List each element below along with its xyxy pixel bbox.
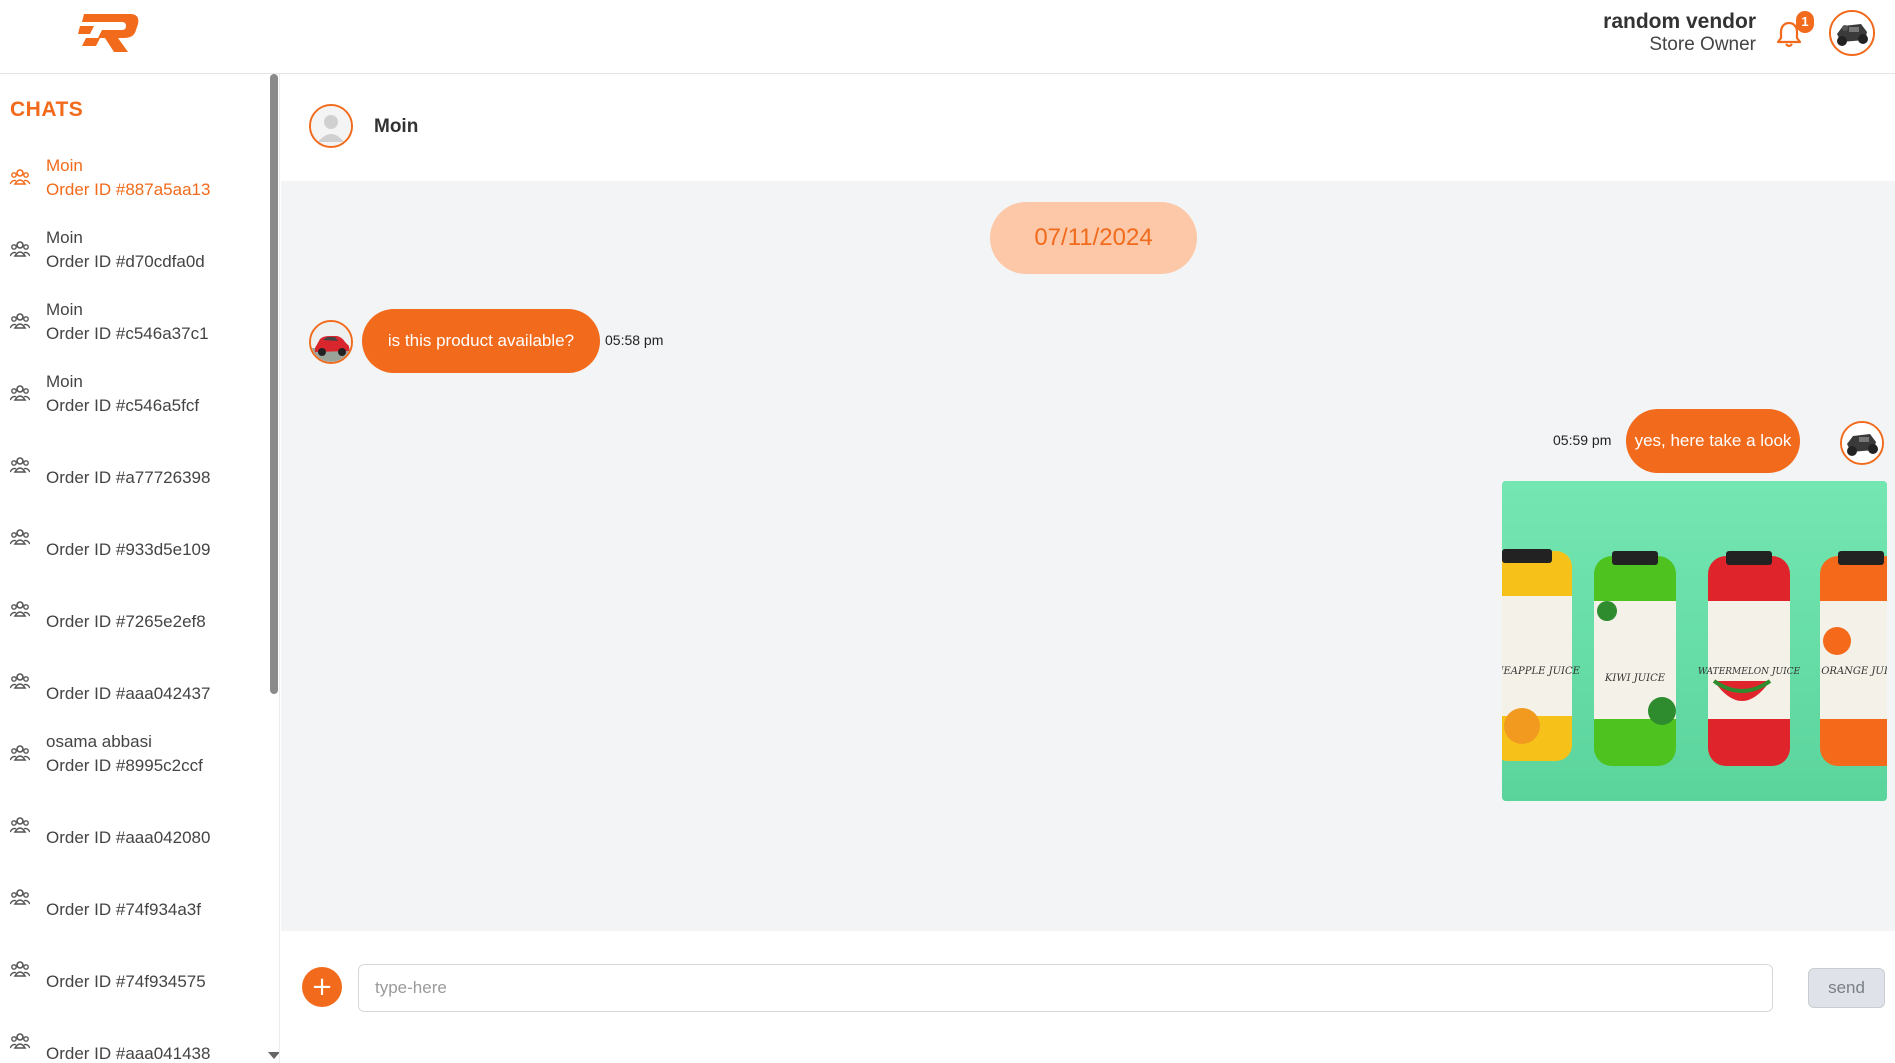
user-avatar[interactable]: [1829, 10, 1875, 56]
chat-order-id: Order ID #aaa042080: [46, 828, 211, 847]
group-icon: [10, 961, 30, 977]
message-input[interactable]: [358, 964, 1773, 1012]
contact-name: Moin: [374, 116, 419, 137]
notification-badge: 1: [1796, 11, 1814, 33]
group-icon: [10, 745, 30, 761]
sidebar-scrollbar[interactable]: [270, 74, 278, 694]
sender-avatar: [309, 320, 353, 364]
chat-order-id: Order ID #74f934575: [46, 972, 206, 991]
kiwi-label: KIWI JUICE: [1604, 673, 1666, 684]
red-car-avatar-icon: [311, 322, 351, 362]
add-attachment-button[interactable]: +: [302, 967, 342, 1007]
chat-order-id: Order ID #a77726398: [46, 468, 211, 487]
date-divider: 07/11/2024: [990, 202, 1197, 274]
group-icon: [10, 385, 30, 401]
chat-list-item[interactable]: Order ID #aaa041438: [0, 1008, 268, 1063]
group-icon: [10, 889, 30, 905]
chat-order-id: Order ID #d70cdfa0d: [46, 252, 205, 271]
chat-list-item[interactable]: Order ID #a77726398: [0, 432, 268, 504]
chat-order-id: Order ID #c546a37c1: [46, 324, 209, 343]
chat-order-id: Order ID #aaa041438: [46, 1044, 211, 1063]
user-name: random vendor: [1603, 10, 1756, 33]
messages-area: 07/11/2024 is this product available? 05…: [281, 181, 1895, 931]
group-icon: [10, 601, 30, 617]
chat-list-item[interactable]: Moin Order ID #c546a37c1: [0, 288, 268, 360]
group-icon: [10, 313, 30, 329]
user-info: random vendor Store Owner: [1603, 10, 1756, 56]
group-icon: [10, 169, 30, 185]
pineapple-label: PINEAPPLE JUICE: [1502, 666, 1581, 677]
message-time: 05:59 pm: [1553, 432, 1612, 448]
chat-list-item[interactable]: Order ID #933d5e109: [0, 504, 268, 576]
chat-order-id: Order ID #7265e2ef8: [46, 612, 206, 631]
chat-contact-name: Moin: [46, 228, 83, 247]
outgoing-message-bubble: yes, here take a look: [1626, 409, 1800, 473]
contact-avatar[interactable]: [309, 104, 353, 148]
chat-list-item[interactable]: Moin Order ID #d70cdfa0d: [0, 216, 268, 288]
group-icon: [10, 817, 30, 833]
watermelon-label: WATERMELON JUICE: [1698, 667, 1801, 677]
juice-bottles-illustration: PINEAPPLE JUICE KIWI JUICE WATERMELON JU…: [1502, 481, 1887, 801]
chat-list-item[interactable]: Order ID #aaa042080: [0, 792, 268, 864]
chat-order-id: Order ID #887a5aa13: [46, 180, 211, 199]
chat-list-item[interactable]: osama abbasi Order ID #8995c2ccf: [0, 720, 268, 792]
chat-contact-name: Moin: [46, 300, 83, 319]
chat-order-id: Order ID #74f934a3f: [46, 900, 201, 919]
group-icon: [10, 241, 30, 257]
incoming-message-bubble: is this product available?: [362, 309, 600, 373]
chat-contact-name: Moin: [46, 372, 83, 391]
orange-label: ORANGE JUICE: [1821, 666, 1887, 677]
chat-order-id: Order ID #933d5e109: [46, 540, 211, 559]
chat-order-id: Order ID #8995c2ccf: [46, 756, 203, 775]
chat-list-item[interactable]: Order ID #74f934575: [0, 936, 268, 1008]
group-icon: [10, 1033, 30, 1049]
chat-order-id: Order ID #c546a5fcf: [46, 396, 200, 415]
chat-contact-name: Moin: [46, 156, 83, 175]
send-button[interactable]: send: [1808, 968, 1885, 1008]
chat-contact-name: osama abbasi: [46, 732, 152, 751]
brand-logo-icon[interactable]: [78, 12, 142, 54]
chat-list-item[interactable]: Moin Order ID #887a5aa13: [0, 144, 268, 216]
default-user-icon: [311, 106, 351, 146]
rc-car-avatar-icon: [1842, 423, 1882, 463]
own-avatar: [1840, 421, 1884, 465]
chat-header: Moin: [281, 74, 1895, 181]
chat-list-item[interactable]: Order ID #aaa042437: [0, 648, 268, 720]
message-time: 05:58 pm: [605, 332, 664, 348]
group-icon: [10, 529, 30, 545]
message-composer: + send: [281, 931, 1895, 1063]
sidebar-title: CHATS: [10, 98, 84, 121]
chat-list-item[interactable]: Moin Order ID #c546a5fcf: [0, 360, 268, 432]
chat-list: Moin Order ID #887a5aa13 Moin Order ID #d70…: [0, 144, 268, 1063]
rc-car-avatar-icon: [1831, 12, 1873, 54]
group-icon: [10, 457, 30, 473]
chat-list-item[interactable]: Order ID #74f934a3f: [0, 864, 268, 936]
chat-list-item[interactable]: Order ID #7265e2ef8: [0, 576, 268, 648]
chat-sidebar: CHATS Moin Order ID #887a5aa13 Moin Order I…: [0, 74, 280, 1063]
group-icon: [10, 673, 30, 689]
chat-order-id: Order ID #aaa042437: [46, 684, 211, 703]
user-role: Store Owner: [1649, 34, 1756, 55]
top-bar: random vendor Store Owner 1: [0, 0, 1895, 74]
juice-bottles-image[interactable]: PINEAPPLE JUICE KIWI JUICE WATERMELON JU…: [1502, 481, 1887, 801]
scroll-down-arrow-icon[interactable]: [268, 1052, 279, 1059]
